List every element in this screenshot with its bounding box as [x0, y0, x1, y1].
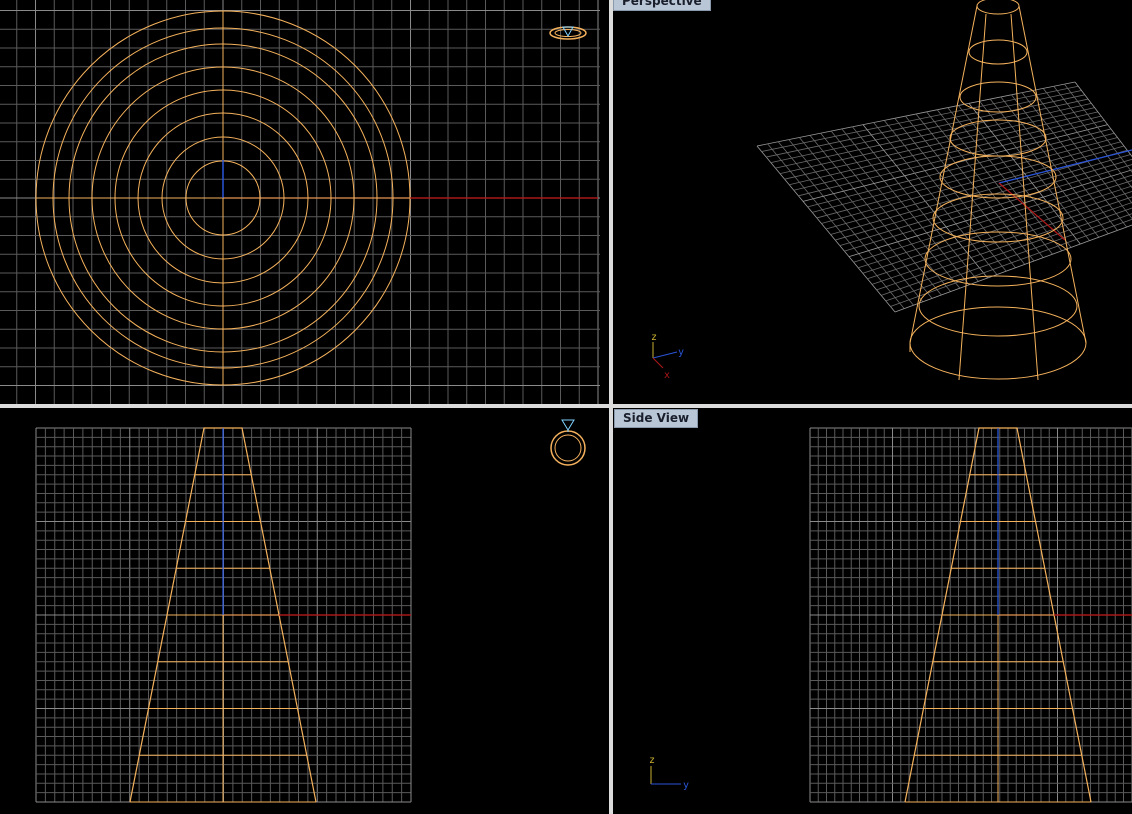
ring-navigation-icon[interactable]	[548, 418, 588, 468]
axis-gizmo-perspective: z y x	[651, 332, 684, 381]
perspective-viewport[interactable]: Perspective z y x	[613, 0, 1132, 404]
y-axis-label: y	[678, 347, 684, 358]
side-viewport[interactable]: Side View z y	[613, 408, 1132, 814]
viewport-label-perspective[interactable]: Perspective	[613, 0, 711, 11]
z-axis-label: z	[651, 332, 657, 343]
x-axis-label: x	[664, 370, 670, 381]
y-axis-label: y	[683, 780, 689, 791]
profile-line	[1018, 5, 1087, 344]
ring-navigation-icon[interactable]	[548, 22, 588, 44]
section-ring	[909, 306, 1087, 380]
grid-line	[844, 164, 1132, 252]
front-viewport[interactable]	[0, 408, 609, 814]
grid-line	[848, 169, 1132, 258]
viewport-label-side[interactable]: Side View	[614, 409, 699, 428]
top-viewport[interactable]	[0, 0, 609, 404]
section-ring	[918, 275, 1078, 337]
profile-line	[909, 5, 978, 344]
section-ring	[968, 39, 1028, 65]
axis-gizmo-side: z y	[649, 755, 689, 791]
z-axis-label: z	[649, 755, 655, 766]
grid-line	[876, 202, 1132, 291]
section-ring	[939, 155, 1057, 199]
front-view-canvas[interactable]	[0, 408, 609, 814]
top-view-canvas[interactable]	[0, 0, 609, 404]
section-ring	[976, 0, 1020, 15]
